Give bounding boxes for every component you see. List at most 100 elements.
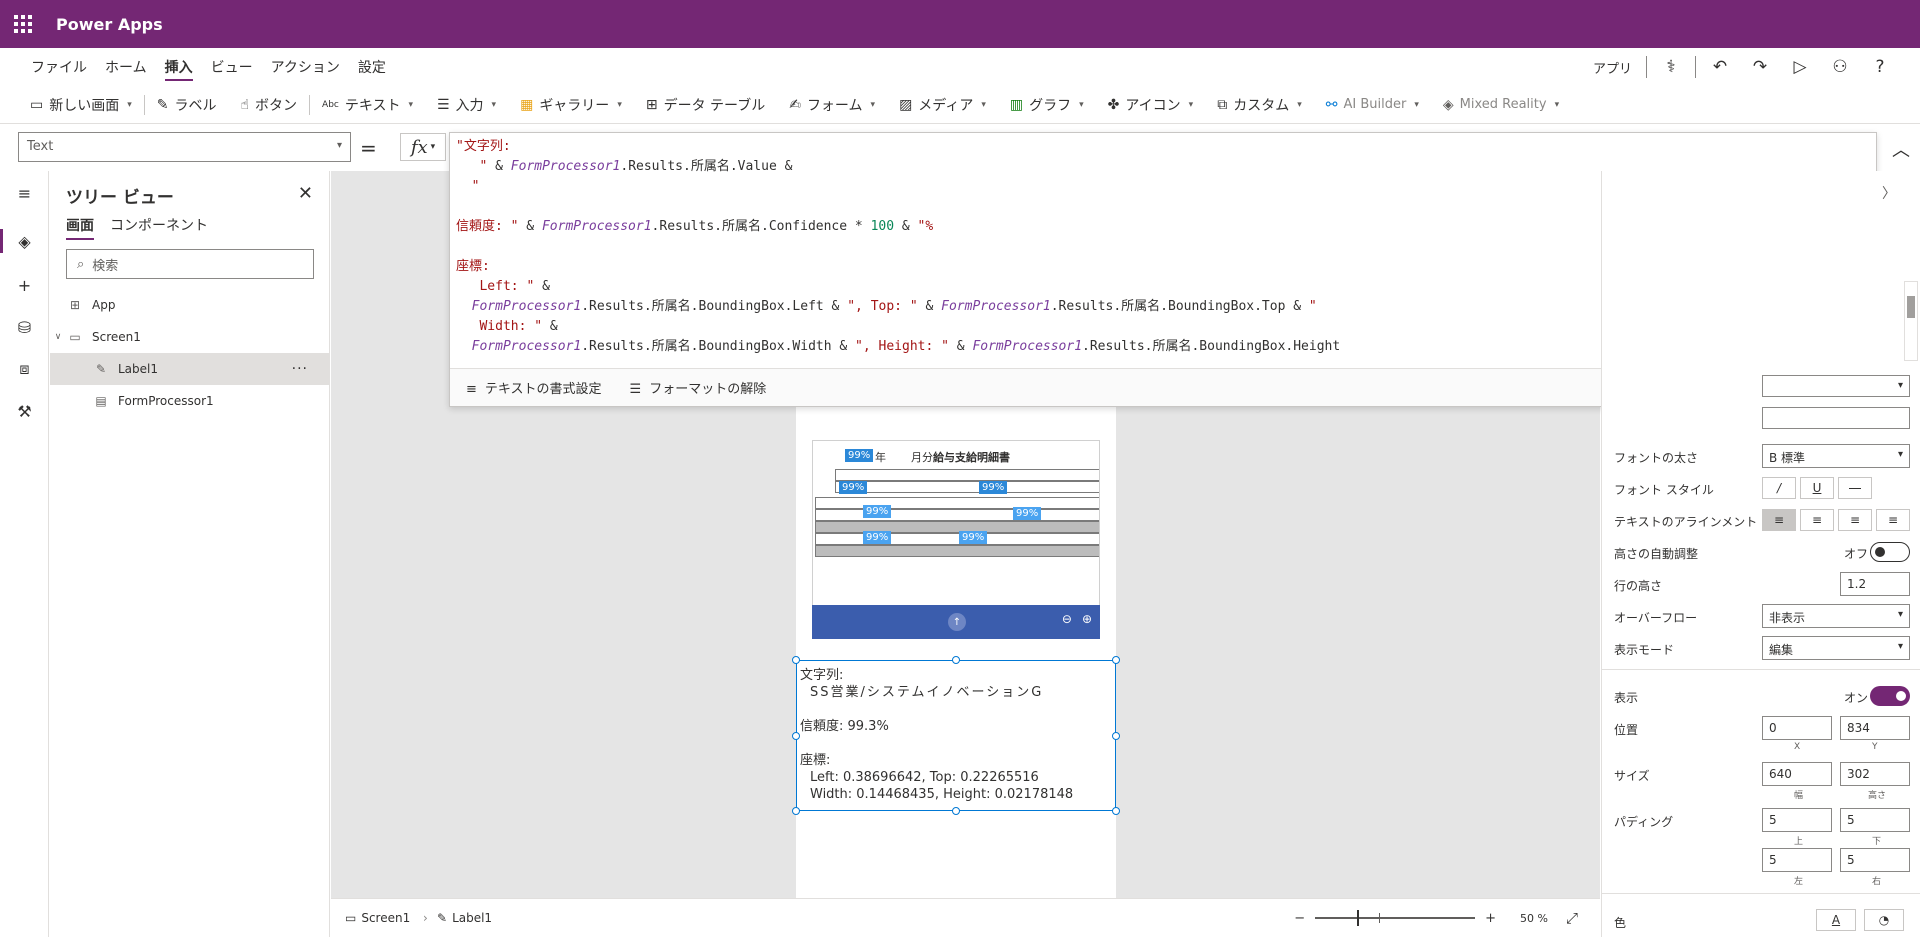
gallery-button[interactable]: ▦ ギャラリー ▾: [508, 90, 634, 120]
tab-screens[interactable]: 画面: [66, 215, 94, 240]
menu-action[interactable]: アクション: [262, 48, 349, 86]
input-button[interactable]: ☰ 入力 ▾: [425, 90, 508, 120]
remove-format-button[interactable]: ☰ フォーマットの解除: [630, 378, 767, 397]
close-icon[interactable]: ✕: [298, 183, 313, 204]
redo-icon[interactable]: ↷: [1740, 48, 1780, 86]
property-input-partial[interactable]: [1762, 407, 1910, 429]
resize-handle[interactable]: [792, 807, 800, 815]
mixed-reality-button[interactable]: ◈ Mixed Reality ▾: [1431, 90, 1571, 120]
menu-file[interactable]: ファイル: [22, 48, 96, 86]
zoom-out-icon[interactable]: ⊖: [1062, 612, 1072, 626]
strikethrough-button[interactable]: —: [1838, 477, 1872, 499]
properties-scrollbar[interactable]: [1904, 281, 1918, 361]
stethoscope-icon[interactable]: ⚕: [1651, 48, 1691, 86]
label1-selected[interactable]: 文字列: SS営業/システムイノベーションG 信頼度: 99.3% 座標: Left…: [792, 656, 1120, 815]
fill-color-icon[interactable]: ◔: [1864, 909, 1904, 931]
visible-toggle[interactable]: [1870, 686, 1910, 706]
label-icon: ✎: [95, 362, 107, 376]
auto-height-toggle[interactable]: [1870, 542, 1910, 562]
tree-item-app[interactable]: ⊞ App: [50, 289, 330, 321]
menu-settings[interactable]: 設定: [349, 48, 395, 86]
size-width-input[interactable]: 640: [1762, 762, 1832, 786]
play-icon[interactable]: ▷: [1780, 48, 1820, 86]
zoom-in-icon[interactable]: ⊕: [1082, 612, 1092, 626]
property-dropdown[interactable]: Text ▾: [18, 132, 351, 162]
more-options-icon[interactable]: ···: [292, 361, 308, 377]
chevron-up-icon[interactable]: ︿: [1892, 136, 1910, 162]
font-weight-dropdown[interactable]: B 標準 ▾: [1762, 444, 1910, 468]
help-icon[interactable]: ?: [1860, 48, 1900, 86]
position-x-input[interactable]: 0: [1762, 716, 1832, 740]
size-height-input[interactable]: 302: [1840, 762, 1910, 786]
align-justify-button[interactable]: ≡: [1876, 509, 1910, 531]
menu-view[interactable]: ビュー: [202, 48, 262, 86]
breadcrumb-label1[interactable]: ✎ Label1: [437, 911, 492, 925]
ai-builder-button[interactable]: ⚯ AI Builder ▾: [1314, 90, 1431, 120]
share-user-icon[interactable]: ⚇: [1820, 48, 1860, 86]
database-icon[interactable]: ⛁: [0, 309, 49, 345]
tools-icon[interactable]: ⚒: [0, 393, 49, 429]
resize-handle[interactable]: [952, 807, 960, 815]
formula-code[interactable]: "文字列: " & FormProcessor1.Results.所属名.Val…: [456, 137, 1340, 357]
app-launcher-icon[interactable]: [0, 0, 46, 48]
tree-search-input[interactable]: ⌕ 検索: [66, 249, 314, 279]
chart-button[interactable]: ▥ グラフ ▾: [998, 90, 1096, 120]
line-height-input[interactable]: 1.2: [1840, 572, 1910, 596]
undo-icon[interactable]: ↶: [1700, 48, 1740, 86]
fit-to-window-icon[interactable]: ⤢: [1566, 909, 1578, 927]
chevron-down-icon[interactable]: ∨: [50, 332, 66, 342]
overflow-dropdown[interactable]: 非表示 ▾: [1762, 604, 1910, 628]
resize-handle[interactable]: [792, 656, 800, 664]
icons-button[interactable]: ✤ アイコン ▾: [1096, 90, 1206, 120]
padding-bottom-input[interactable]: 5: [1840, 808, 1910, 832]
new-screen-button[interactable]: ▭ 新しい画面 ▾: [18, 90, 144, 120]
resize-handle[interactable]: [792, 732, 800, 740]
zoom-slider[interactable]: [1315, 910, 1476, 926]
upload-icon[interactable]: ↑: [948, 613, 966, 631]
resize-handle[interactable]: [952, 656, 960, 664]
padding-top-input[interactable]: 5: [1762, 808, 1832, 832]
underline-button[interactable]: U: [1800, 477, 1834, 499]
align-right-button[interactable]: ≡: [1838, 509, 1872, 531]
app-checker-label[interactable]: アプリ: [1583, 58, 1642, 77]
zoom-slider-thumb[interactable]: [1357, 910, 1360, 926]
format-text-button[interactable]: ≡ テキストの書式設定: [466, 378, 602, 397]
menu-home[interactable]: ホーム: [96, 48, 156, 86]
tree-item-label1[interactable]: ✎ Label1 ···: [50, 353, 330, 385]
breadcrumb-screen1[interactable]: ▭ Screen1: [345, 911, 410, 925]
form-processor-preview[interactable]: 年 月分 給与支給明細書 99% 99% 99% 99% 99% 99% 99%: [812, 440, 1100, 606]
padding-left-input[interactable]: 5: [1762, 848, 1832, 872]
resize-handle[interactable]: [1112, 807, 1120, 815]
tree-item-screen1[interactable]: ∨ ▭ Screen1: [50, 321, 330, 353]
form-button[interactable]: ✍ フォーム ▾: [777, 90, 887, 120]
align-left-button[interactable]: ≡: [1762, 509, 1796, 531]
padding-right-input[interactable]: 5: [1840, 848, 1910, 872]
custom-button[interactable]: ⧉ カスタム ▾: [1205, 90, 1314, 120]
resize-handle[interactable]: [1112, 732, 1120, 740]
chevron-down-icon: ▾: [491, 99, 497, 110]
data-table-button[interactable]: ⊞ データ テーブル: [634, 90, 777, 120]
tree-item-formprocessor1[interactable]: ▤ FormProcessor1: [50, 385, 330, 417]
layers-icon[interactable]: ◈: [0, 223, 49, 259]
scrollbar-thumb[interactable]: [1907, 296, 1915, 318]
resize-handle[interactable]: [1112, 656, 1120, 664]
media-button[interactable]: ▨ メディア ▾: [887, 90, 998, 120]
align-center-button[interactable]: ≡: [1800, 509, 1834, 531]
zoom-in-button[interactable]: +: [1485, 911, 1496, 926]
tab-components[interactable]: コンポーネント: [110, 215, 208, 240]
italic-button[interactable]: /: [1762, 477, 1796, 499]
button-button[interactable]: ☝ ボタン: [229, 90, 310, 120]
menu-insert[interactable]: 挿入: [156, 48, 202, 86]
hamburger-icon[interactable]: ≡: [0, 175, 49, 211]
display-mode-dropdown[interactable]: 編集 ▾: [1762, 636, 1910, 660]
font-color-button[interactable]: A: [1816, 909, 1856, 931]
text-button[interactable]: Abc テキスト ▾: [310, 90, 425, 120]
fx-button[interactable]: fx ▾: [400, 133, 446, 161]
chevron-right-icon[interactable]: 〉: [1882, 183, 1896, 203]
label-button[interactable]: ✎ ラベル: [145, 90, 229, 120]
position-y-input[interactable]: 834: [1840, 716, 1910, 740]
plus-icon[interactable]: +: [0, 267, 49, 303]
zoom-out-button[interactable]: −: [1294, 911, 1305, 926]
media-icon[interactable]: ⧈: [0, 351, 49, 387]
property-dropdown-partial[interactable]: ▾: [1762, 375, 1910, 397]
